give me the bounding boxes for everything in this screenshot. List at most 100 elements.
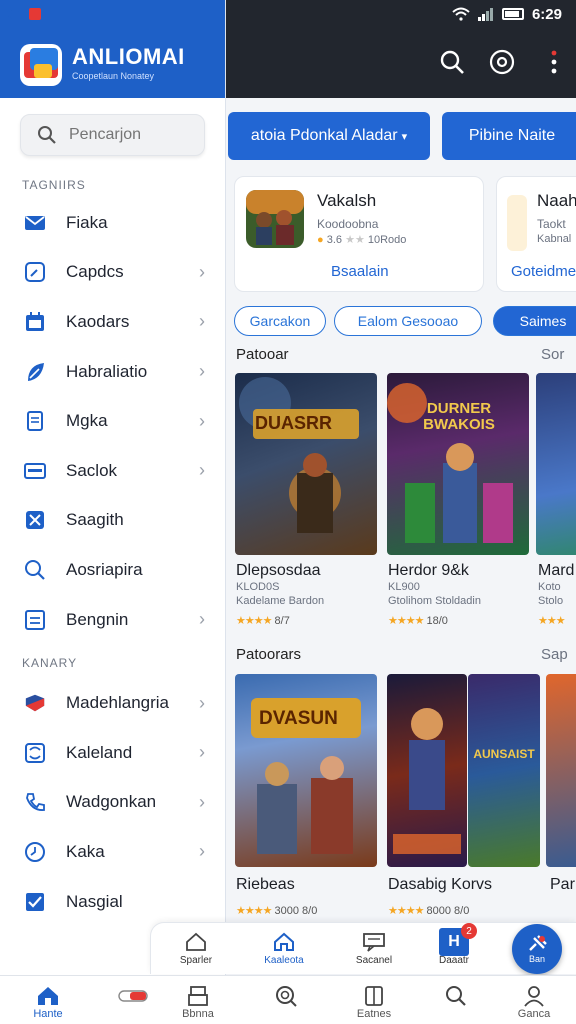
sidebar-item-label: Kaka bbox=[66, 841, 105, 861]
app-developer: Taokt bbox=[537, 217, 566, 231]
filter-chip[interactable]: Garcakon bbox=[234, 306, 326, 336]
sidebar-item[interactable]: Bengnin › bbox=[0, 595, 225, 645]
game-title: Mard bbox=[538, 562, 575, 579]
game-poster[interactable] bbox=[546, 674, 576, 867]
sidebar-item[interactable]: Kaleland › bbox=[0, 728, 225, 778]
sidebar-item-label: Nasgial bbox=[66, 891, 123, 911]
app-logo-icon bbox=[20, 44, 62, 86]
filter-chip-active[interactable]: Saimes bbox=[493, 306, 576, 336]
section-label-secondary: KANARY bbox=[22, 656, 78, 671]
star-icon: ★★★★ bbox=[388, 615, 424, 627]
bottom-navigation: Hante Bbnna Eatnes Ganca bbox=[0, 975, 576, 1024]
mini-tab-item[interactable]: Sparler bbox=[161, 929, 231, 966]
sidebar-item[interactable]: Madehlangria › bbox=[0, 678, 225, 728]
filter-chip[interactable]: Ealom Gesooao bbox=[334, 306, 482, 336]
sidebar-item-label: Kaleland bbox=[66, 742, 133, 762]
search-icon bbox=[24, 559, 46, 581]
section-see-all-link[interactable]: Sor bbox=[541, 346, 564, 363]
sidebar-item[interactable]: Nasgial bbox=[0, 877, 225, 927]
bottom-nav-search[interactable] bbox=[420, 984, 492, 1008]
game-developer: Kadelame Bardon bbox=[236, 595, 325, 607]
sidebar-item[interactable]: Habraliatio › bbox=[0, 347, 225, 397]
bottom-nav-toggle[interactable] bbox=[98, 984, 170, 1008]
chevron-right-icon: › bbox=[199, 791, 205, 812]
chevron-down-icon: ▾ bbox=[401, 130, 408, 143]
mini-tab-label: Kaaleota bbox=[264, 955, 304, 966]
game-poster[interactable]: DUASRR bbox=[235, 373, 377, 555]
section-title: Patoorars bbox=[236, 646, 302, 663]
more-options-icon[interactable] bbox=[540, 48, 568, 76]
bottom-nav-account[interactable]: Ganca bbox=[498, 984, 570, 1020]
game-rating-value: 18/0 bbox=[426, 615, 448, 627]
floating-action-button[interactable]: Ban bbox=[512, 924, 562, 974]
app-card[interactable]: Vakalsh Koodoobna ● 3.6 ★★ 10Rodo Bsaala… bbox=[234, 176, 484, 292]
bottom-nav-label: Ganca bbox=[517, 1008, 551, 1020]
category-pill-two[interactable]: Pibine Naite bbox=[442, 112, 576, 160]
app-name: Vakalsh bbox=[317, 191, 377, 210]
game-art-icon bbox=[239, 377, 359, 533]
star-icon: ★★ bbox=[345, 234, 365, 246]
search-icon[interactable] bbox=[438, 48, 466, 76]
search-input[interactable] bbox=[69, 126, 189, 144]
camera-icon[interactable] bbox=[488, 48, 516, 76]
sidebar-item[interactable]: Aosriapira bbox=[0, 545, 225, 595]
mini-tab-item-active[interactable]: Kaaleota bbox=[249, 929, 319, 966]
app-name: ANLIOMAI bbox=[72, 44, 185, 69]
sidebar-item[interactable]: Saclok › bbox=[0, 446, 225, 496]
card-icon bbox=[24, 460, 46, 482]
poster-title: DURNER BWAKOIS bbox=[423, 400, 495, 433]
category-pill-one[interactable]: atoia Pdonkal Aladar ▾ bbox=[228, 112, 430, 160]
app-rating: 3.6 bbox=[326, 234, 343, 246]
chevron-right-icon: › bbox=[199, 692, 205, 713]
app-downloads: 10Rodo bbox=[367, 234, 407, 246]
game-subtitle: Koto bbox=[538, 581, 561, 593]
mini-tab-item[interactable]: H 2 Daaatr bbox=[419, 923, 489, 966]
app-card[interactable]: Naah Taokt Kabnal Goteidme bbox=[496, 176, 576, 292]
sidebar-item-label: Bengnin bbox=[66, 609, 129, 629]
list-icon bbox=[24, 609, 46, 631]
app-thumbnail-icon bbox=[246, 190, 304, 248]
game-poster[interactable] bbox=[387, 674, 467, 867]
notification-icon bbox=[28, 8, 41, 20]
game-title: Herdor 9&k bbox=[388, 562, 469, 579]
section-see-all-link[interactable]: Sap bbox=[541, 646, 568, 663]
chevron-right-icon: › bbox=[199, 410, 205, 431]
app-developer: Koodoobna bbox=[317, 217, 379, 231]
sidebar-item[interactable]: Mgka › bbox=[0, 396, 225, 446]
game-rating: ★★★★ 18/0 bbox=[388, 614, 448, 627]
notification-badge: 2 bbox=[461, 923, 477, 939]
sidebar-item[interactable]: Capdcs › bbox=[0, 248, 225, 298]
star-icon: ★★★★ bbox=[236, 905, 272, 917]
game-art-icon bbox=[251, 698, 361, 854]
search-icon bbox=[446, 986, 466, 1006]
bottom-nav-book[interactable]: Eatnes bbox=[338, 984, 410, 1020]
sidebar-item[interactable]: Kaka › bbox=[0, 827, 225, 877]
sidebar-item[interactable]: Kaodars › bbox=[0, 297, 225, 347]
mini-tab-label: Daaatr bbox=[438, 955, 469, 966]
bottom-nav-home[interactable]: Hante bbox=[12, 984, 84, 1020]
game-poster[interactable]: DVASUN bbox=[235, 674, 377, 867]
bottom-nav-label: Bbnna bbox=[182, 1008, 214, 1020]
install-button[interactable]: Goteidme bbox=[511, 263, 576, 280]
sidebar-item[interactable]: Saagith bbox=[0, 496, 225, 546]
bottom-nav-printer[interactable]: Bbnna bbox=[162, 984, 234, 1020]
sidebar-item-label: Saclok bbox=[66, 460, 118, 480]
install-button[interactable]: Bsaalain bbox=[331, 263, 389, 280]
game-poster[interactable]: AUNSAIST bbox=[468, 674, 540, 867]
game-rating-value: 8/7 bbox=[274, 615, 290, 627]
chevron-right-icon: › bbox=[199, 609, 205, 630]
game-subtitle: KLOD0S bbox=[236, 581, 280, 593]
app-subtitle: Coopetlaun Nonatey bbox=[72, 71, 155, 81]
printer-icon bbox=[188, 986, 208, 1006]
sidebar-item[interactable]: Wadgonkan › bbox=[0, 778, 225, 828]
wifi-icon bbox=[452, 7, 470, 21]
game-poster[interactable] bbox=[536, 373, 576, 555]
game-poster[interactable]: DURNER BWAKOIS bbox=[387, 373, 529, 555]
poster-title: DVASUN bbox=[259, 708, 338, 729]
drawer-search-box[interactable] bbox=[20, 114, 205, 156]
bottom-nav-refresh[interactable] bbox=[250, 984, 322, 1008]
sidebar-item[interactable]: Fiaka bbox=[0, 198, 225, 248]
mini-tab-item[interactable]: Sacanel bbox=[339, 929, 409, 966]
fab-label: Ban bbox=[528, 954, 545, 964]
clock-icon bbox=[24, 841, 46, 863]
